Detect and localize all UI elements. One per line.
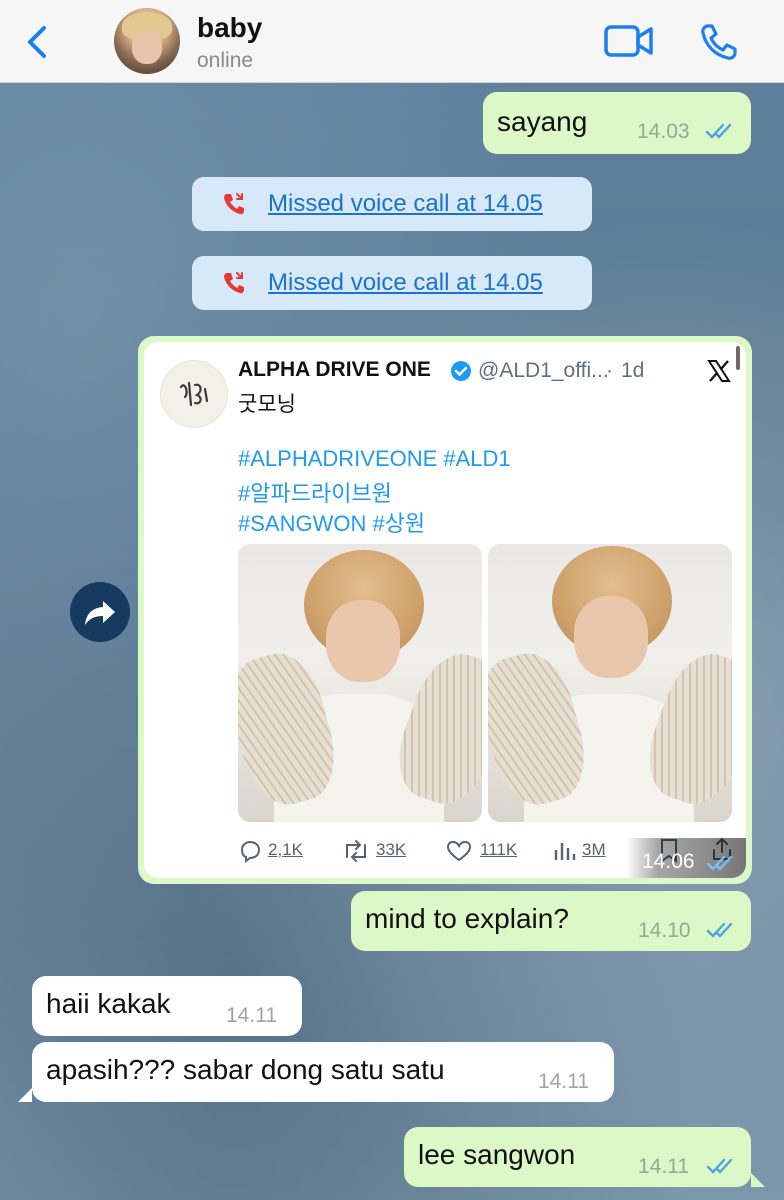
- verified-badge-icon: [451, 361, 471, 381]
- photo-face: [574, 596, 648, 678]
- views-count: 3M: [582, 840, 606, 859]
- missed-call-text[interactable]: Missed voice call at 14.05: [268, 190, 543, 218]
- x-logo-icon[interactable]: [706, 358, 732, 384]
- message-bubble-incoming[interactable]: haii kakak 14.11: [32, 976, 302, 1036]
- reply-icon: [240, 840, 261, 863]
- tweet-author-name[interactable]: ALPHA DRIVE ONE: [238, 358, 431, 382]
- photo-face: [326, 600, 400, 682]
- avatar-face: [132, 30, 162, 64]
- message-time: 14.11: [638, 1155, 689, 1178]
- tweet-photo[interactable]: [238, 544, 482, 822]
- double-check-icon: [706, 1158, 733, 1174]
- message-time: 14.10: [638, 919, 691, 942]
- message-text: lee sangwon: [418, 1139, 576, 1170]
- message-bubble-outgoing[interactable]: lee sangwon 14.11: [404, 1127, 751, 1187]
- tweet-hashtags[interactable]: #ALPHADRIVEONE #ALD1: [238, 446, 511, 472]
- tweet-author-handle[interactable]: @ALD1_offi...: [478, 359, 609, 383]
- repost-icon: [346, 840, 366, 862]
- tweet-separator: ·: [606, 359, 613, 382]
- tweet-age: 1d: [621, 359, 645, 382]
- forward-icon: [85, 601, 115, 625]
- tweet-message-bubble[interactable]: ALPHA DRIVE ONE @ALD1_offi... · 1d 굿모닝 #…: [138, 336, 752, 884]
- contact-status: online: [197, 49, 254, 72]
- contact-name[interactable]: baby: [197, 12, 262, 44]
- tweet-card[interactable]: ALPHA DRIVE ONE @ALD1_offi... · 1d 굿모닝 #…: [144, 342, 746, 878]
- message-bubble-incoming[interactable]: apasih??? sabar dong satu satu 14.11: [32, 1042, 614, 1102]
- like-count: 111K: [480, 840, 518, 859]
- message-text: sayang: [497, 106, 588, 137]
- double-check-icon: [706, 855, 733, 871]
- message-time: 14.03: [637, 120, 690, 143]
- avatar[interactable]: [114, 8, 180, 74]
- message-text: haii kakak: [46, 988, 171, 1019]
- reply-count: 2,1K: [268, 840, 303, 859]
- missed-call-icon: [224, 193, 244, 215]
- scrollbar[interactable]: [736, 346, 740, 370]
- phone-icon[interactable]: [698, 22, 740, 62]
- message-time: 14.11: [226, 1004, 277, 1027]
- missed-call-notice[interactable]: Missed voice call at 14.05: [192, 177, 592, 231]
- double-check-icon: [706, 922, 733, 938]
- repost-count: 33K: [376, 840, 407, 859]
- message-bubble-outgoing[interactable]: mind to explain? 14.10: [351, 891, 751, 951]
- message-time: 14.06: [642, 850, 695, 873]
- tweet-hashtags[interactable]: #SANGWON #상원: [238, 506, 425, 538]
- tweet-hashtags[interactable]: #알파드라이브원: [238, 476, 392, 508]
- heart-icon: [446, 840, 472, 862]
- message-time: 14.11: [538, 1070, 589, 1093]
- chat-header: baby online: [0, 0, 784, 83]
- views-chart-icon: [554, 843, 576, 860]
- ald1-logo-icon: [179, 381, 209, 407]
- missed-call-notice[interactable]: Missed voice call at 14.05: [192, 256, 592, 310]
- tweet-text: 굿모닝: [238, 393, 296, 416]
- forward-button[interactable]: [70, 582, 130, 642]
- missed-call-icon: [224, 272, 244, 294]
- double-check-icon: [705, 123, 732, 139]
- bubble-tail: [751, 1173, 765, 1187]
- tweet-photo[interactable]: [488, 544, 732, 822]
- missed-call-text[interactable]: Missed voice call at 14.05: [268, 269, 543, 297]
- tweet-author-avatar[interactable]: [160, 360, 228, 428]
- video-camera-icon[interactable]: [604, 24, 654, 58]
- chevron-left-icon[interactable]: [18, 22, 58, 62]
- message-text: mind to explain?: [365, 903, 569, 934]
- message-text: apasih??? sabar dong satu satu: [46, 1054, 445, 1085]
- message-bubble-outgoing[interactable]: sayang 14.03: [483, 92, 751, 154]
- bubble-tail: [18, 1088, 32, 1102]
